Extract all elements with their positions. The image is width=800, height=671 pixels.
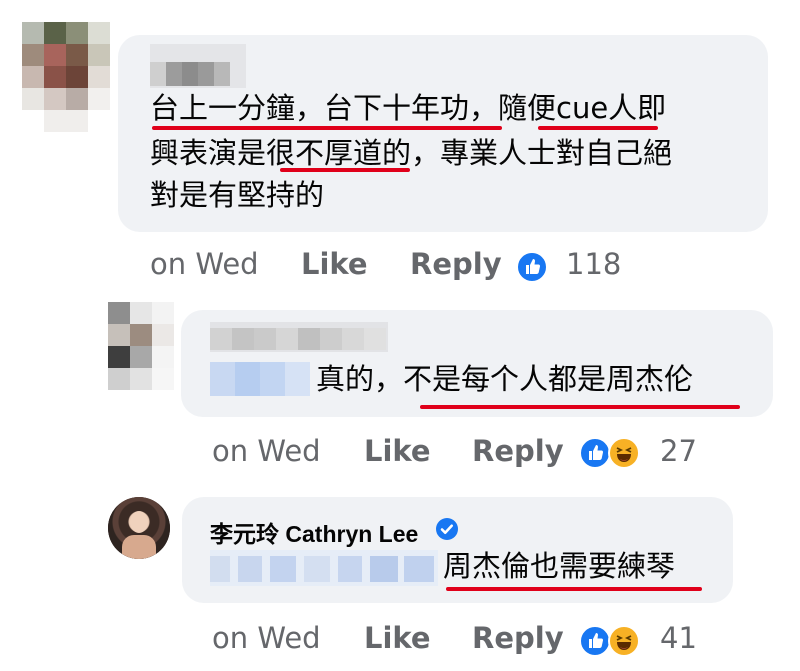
comment-author[interactable]: 李元玲 Cathryn Lee — [210, 515, 418, 549]
like-reaction-icon[interactable] — [516, 251, 548, 283]
blurred-mention[interactable] — [210, 362, 310, 396]
like-button[interactable]: Like — [364, 621, 431, 655]
comment-timestamp[interactable]: on Wed — [212, 621, 321, 655]
haha-reaction-icon[interactable] — [608, 625, 640, 657]
highlight-underline — [420, 405, 740, 409]
reply-button[interactable]: Reply — [472, 434, 564, 468]
blurred-author-name[interactable] — [150, 44, 246, 88]
blurred-mention[interactable] — [210, 550, 438, 586]
comment-timestamp[interactable]: on Wed — [150, 247, 259, 281]
like-reaction-icon[interactable] — [579, 437, 611, 469]
blurred-author-name[interactable] — [210, 322, 388, 352]
comment-text: 真的，不是每个人都是周杰伦 — [316, 362, 694, 396]
avatar[interactable] — [22, 22, 110, 132]
reaction-count[interactable]: 118 — [566, 247, 621, 281]
reply-button[interactable]: Reply — [410, 247, 502, 281]
like-button[interactable]: Like — [301, 247, 368, 281]
comment-text-line: 台上一分鐘，台下十年功，隨便cue人即 — [150, 91, 667, 125]
comment-text: 周杰倫也需要練琴 — [443, 549, 676, 583]
reaction-count[interactable]: 27 — [660, 434, 697, 468]
highlight-underline — [446, 587, 702, 591]
highlight-underline — [152, 126, 502, 130]
comment-timestamp[interactable]: on Wed — [212, 434, 321, 468]
reaction-count[interactable]: 41 — [660, 621, 697, 655]
comment-text-line: 興表演是很不厚道的，專業人士對自己絕 — [150, 136, 673, 170]
like-reaction-icon[interactable] — [579, 625, 611, 657]
reply-button[interactable]: Reply — [472, 621, 564, 655]
haha-reaction-icon[interactable] — [608, 437, 640, 469]
avatar[interactable] — [108, 497, 170, 559]
like-button[interactable]: Like — [364, 434, 431, 468]
avatar[interactable] — [108, 302, 174, 390]
highlight-underline — [538, 126, 658, 130]
highlight-underline — [280, 168, 410, 172]
verified-badge-icon — [436, 518, 458, 540]
comment-text-line: 對是有堅持的 — [150, 178, 325, 212]
